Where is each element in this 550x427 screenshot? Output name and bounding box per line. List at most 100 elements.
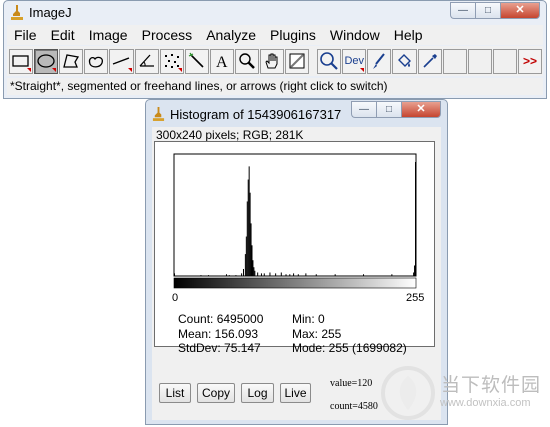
text-tool-button[interactable]: A — [209, 48, 234, 74]
menu-process[interactable]: Process — [135, 27, 200, 43]
histogram-bar — [247, 179, 249, 276]
watermark-text: 当下软件园 — [441, 375, 542, 396]
histogram-bar — [249, 192, 251, 276]
histogram-bar — [200, 275, 202, 276]
histogram-bar — [275, 273, 277, 276]
color-picker-tool-icon — [289, 53, 305, 69]
histogram-bar — [289, 274, 291, 276]
live-button[interactable]: Live — [280, 383, 311, 403]
stat-count: Count: 6495000 — [178, 312, 264, 326]
stat-mean: Mean: 156.093 — [178, 326, 259, 341]
stat-stddev: StdDev: 75.147 — [178, 341, 261, 355]
wand-tool-button[interactable] — [184, 48, 209, 74]
histogram-bar — [305, 273, 307, 276]
x-axis-min-label: 0 — [172, 292, 179, 304]
window-title: ImageJ — [29, 5, 72, 20]
menu-edit[interactable]: Edit — [44, 27, 82, 43]
dev-menu-button[interactable]: Dev — [342, 48, 367, 74]
menu-window[interactable]: Window — [323, 27, 387, 43]
menu-bar: File Edit Image Process Analyze Plugins … — [7, 25, 543, 45]
window-controls: — □ ✕ — [450, 2, 540, 20]
pipette-icon — [422, 54, 437, 68]
title-bar[interactable]: ImageJ — □ ✕ — [4, 1, 546, 25]
hand-tool-button[interactable] — [260, 48, 285, 74]
watermark-logo-icon — [381, 366, 435, 420]
histogram-bar — [241, 273, 243, 276]
flood-fill-button[interactable] — [392, 48, 417, 74]
histogram-bar — [245, 236, 247, 276]
close-icon[interactable]: ✕ — [500, 2, 540, 19]
histogram-bar — [293, 273, 295, 276]
histogram-bar — [252, 260, 254, 276]
stats-left: Count: 6495000 Mean: 156.093 StdDev: 75.… — [178, 312, 263, 356]
zoom-icon — [320, 52, 338, 70]
histogram-bar — [297, 274, 299, 276]
maximize-icon[interactable]: □ — [475, 2, 500, 19]
svg-text:A: A — [216, 54, 228, 71]
histogram-plot-frame: 0 255 Count: 6495000 Mean: 156.093 StdDe… — [154, 141, 435, 355]
histogram-bar — [253, 267, 255, 276]
histogram-bar — [285, 274, 287, 276]
submenu-indicator-icon — [27, 67, 32, 72]
empty-tool-slot — [467, 48, 492, 74]
stats-right: Min: 0 Max: 255 Mode: 255 (1699082) — [292, 312, 407, 356]
histogram-bar — [225, 274, 227, 276]
copy-button[interactable]: Copy — [197, 383, 235, 403]
histogram-bar — [228, 275, 230, 276]
menu-analyze[interactable]: Analyze — [199, 27, 263, 43]
x-axis-max-label: 255 — [406, 292, 425, 304]
angle-tool-button[interactable] — [134, 48, 159, 74]
submenu-indicator-icon — [177, 67, 182, 72]
close-icon[interactable]: ✕ — [401, 101, 441, 118]
zoom-button[interactable] — [317, 48, 342, 74]
histogram-bar — [391, 274, 393, 276]
rectangle-tool-button[interactable] — [9, 48, 34, 74]
polygon-tool-button[interactable] — [59, 48, 84, 74]
more-tools-icon: >> — [523, 54, 538, 68]
status-bar: *Straight*, segmented or freehand lines,… — [7, 78, 543, 95]
empty-tool-slot — [310, 49, 316, 74]
line-tool-button[interactable] — [109, 48, 134, 74]
empty-tool-slot — [442, 48, 467, 74]
histogram-bar — [260, 273, 262, 276]
histogram-bar — [413, 272, 415, 276]
freehand-tool-button[interactable] — [84, 48, 109, 74]
histogram-bar — [363, 274, 365, 276]
menu-plugins[interactable]: Plugins — [263, 27, 323, 43]
histogram-bar — [235, 275, 237, 276]
angle-tool-icon — [139, 54, 154, 67]
histogram-window-title: Histogram of 1543906167317 — [170, 107, 342, 122]
minimize-icon[interactable]: — — [351, 101, 376, 118]
menu-image[interactable]: Image — [82, 27, 135, 43]
minimize-icon[interactable]: — — [450, 2, 475, 19]
more-tools-button[interactable]: >> — [517, 48, 543, 74]
count-readout: count=4580 — [330, 401, 378, 412]
submenu-indicator-icon — [52, 67, 57, 72]
brush-button[interactable] — [367, 48, 392, 74]
brush-icon — [373, 53, 386, 69]
color-picker-tool-button[interactable] — [285, 48, 310, 74]
histogram-bar — [248, 166, 250, 276]
point-tool-button[interactable] — [159, 48, 184, 74]
maximize-icon[interactable]: □ — [376, 101, 401, 118]
watermark-url: www.downxia.com — [440, 397, 531, 409]
histogram-bar — [250, 223, 252, 276]
oval-tool-button[interactable] — [34, 48, 59, 74]
menu-help[interactable]: Help — [387, 27, 430, 43]
hand-tool-icon — [265, 53, 278, 69]
text-tool-icon: A — [216, 54, 228, 71]
submenu-indicator-icon — [360, 67, 365, 72]
magnifier-tool-button[interactable] — [234, 48, 260, 74]
histogram-bar — [244, 254, 246, 276]
list-button[interactable]: List — [159, 383, 191, 403]
imagej-logo-icon — [152, 107, 165, 121]
log-button[interactable]: Log — [241, 383, 274, 403]
histogram-bar — [315, 274, 317, 276]
value-readout: value=120 — [330, 378, 373, 389]
pipette-button[interactable] — [417, 48, 442, 74]
toolbar: A Dev >> — [7, 46, 543, 76]
flood-fill-icon — [398, 54, 412, 67]
menu-file[interactable]: File — [7, 27, 44, 43]
histogram-bar — [257, 272, 259, 276]
gray-ramp-bar — [173, 277, 417, 289]
